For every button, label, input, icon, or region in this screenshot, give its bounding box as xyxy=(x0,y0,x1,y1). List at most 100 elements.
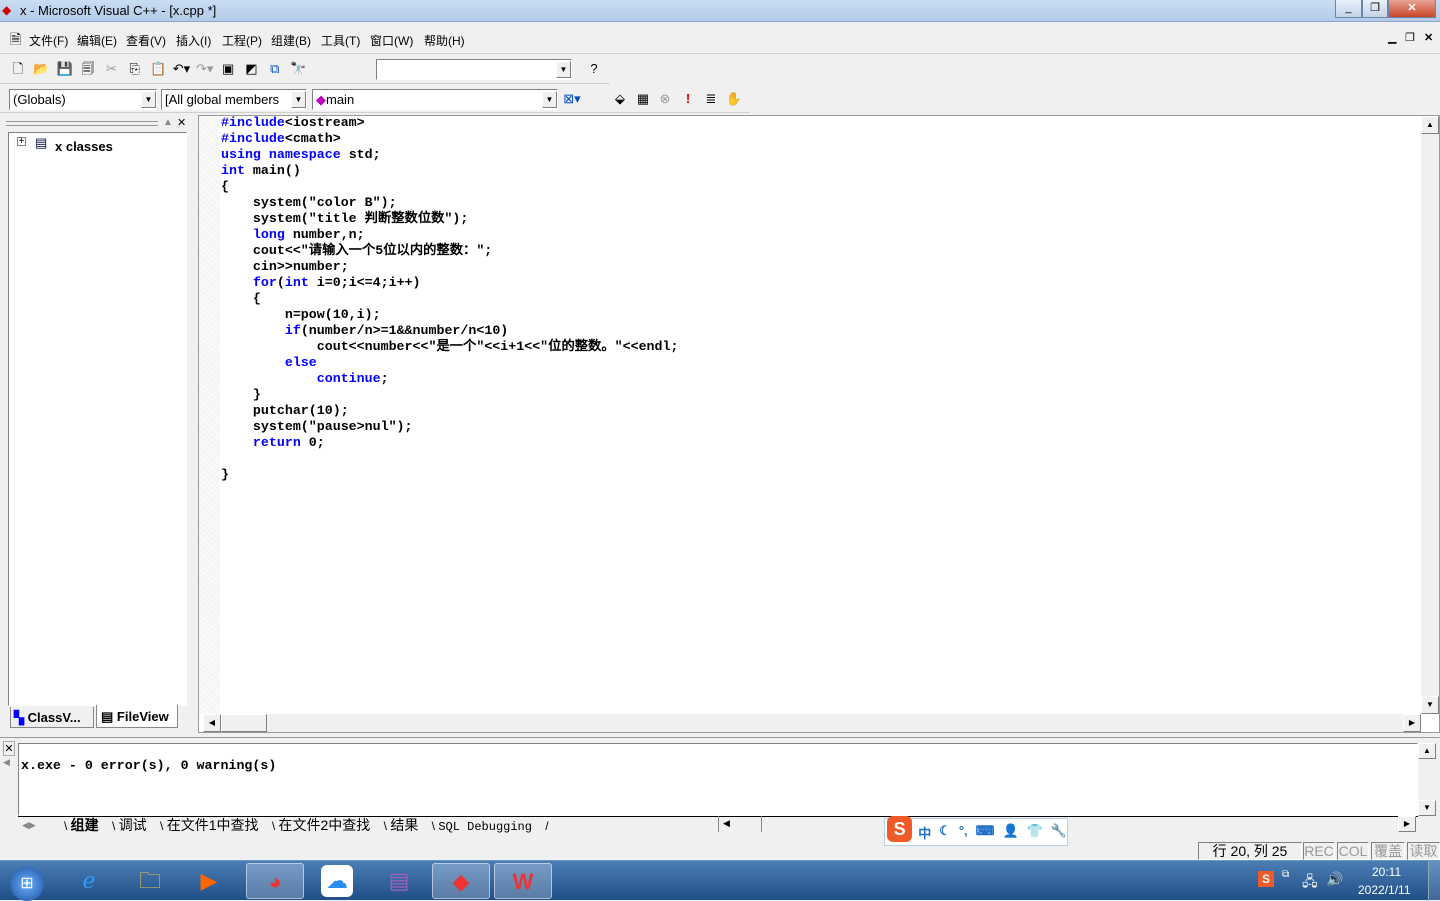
clock-date[interactable]: 2022/1/11 xyxy=(1358,883,1411,897)
code-line[interactable]: for(int i=0;i<=4;i++) xyxy=(221,275,678,291)
menu-help[interactable]: 帮助(H) xyxy=(424,32,465,49)
scroll-thumb[interactable] xyxy=(221,714,267,732)
code-editor[interactable]: #include<iostream> #include<cmath> using n… xyxy=(198,115,1440,733)
menu-view[interactable]: 查看(V) xyxy=(126,32,166,49)
cut-icon[interactable]: ✂ xyxy=(101,59,121,79)
output-text-area[interactable]: x.exe - 0 error(s), 0 warning(s) xyxy=(18,743,1418,816)
code-line[interactable]: #include<cmath> xyxy=(221,131,678,147)
undo-icon[interactable]: ↶▾ xyxy=(171,59,191,79)
code-line[interactable]: } xyxy=(221,387,678,403)
copy-icon[interactable]: ⎘ xyxy=(125,59,145,79)
output-vertical-scrollbar[interactable]: ▲ ▼ xyxy=(1418,743,1436,816)
tab-classview[interactable]: ▚ ClassV... xyxy=(10,707,94,728)
scroll-right-button[interactable]: ▶ xyxy=(1403,714,1421,732)
find-combo[interactable]: ▼ xyxy=(376,59,572,80)
taskbar-ie[interactable]: ℯ xyxy=(60,863,118,899)
volume-icon[interactable]: 🔊 xyxy=(1326,871,1343,888)
scroll-down-button[interactable]: ▼ xyxy=(1421,696,1439,714)
workspace-icon[interactable]: ▣ xyxy=(218,59,238,79)
code-line[interactable]: { xyxy=(221,179,678,195)
mdi-restore-button[interactable]: ❐ xyxy=(1405,31,1415,44)
save-icon[interactable]: 💾 xyxy=(55,59,75,79)
code-line[interactable]: cout<<number<<"是一个"<<i+1<<"位的整数。"<<endl; xyxy=(221,339,679,355)
code-line[interactable] xyxy=(221,451,678,467)
ime-item-icon[interactable]: 👕 xyxy=(1027,823,1043,842)
chevron-down-icon[interactable]: ▼ xyxy=(556,61,571,78)
taskbar-visual-cpp[interactable]: ◆ xyxy=(432,863,490,899)
chevron-down-icon[interactable]: ▼ xyxy=(542,91,557,108)
menu-build[interactable]: 组建(B) xyxy=(271,32,311,49)
class-combo[interactable]: (Globals) ▼ xyxy=(9,89,157,110)
tab-scroll-left-button[interactable]: ◀▶ xyxy=(22,817,36,833)
tree-root-label[interactable]: x classes xyxy=(55,139,113,154)
find-binoculars-icon[interactable]: ? xyxy=(584,59,604,79)
output-scroll-right-button[interactable]: ▶ xyxy=(1398,816,1416,832)
scroll-up-button[interactable]: ▲ xyxy=(1418,743,1436,759)
ime-item-icon[interactable]: ⌨ xyxy=(976,823,995,842)
save-all-icon[interactable]: 🗐 xyxy=(78,59,98,79)
ime-item-icon[interactable]: ☾ xyxy=(939,823,951,842)
maximize-button[interactable]: ❐ xyxy=(1362,0,1388,18)
pane-close-button[interactable]: ✕ xyxy=(177,116,186,129)
paste-icon[interactable]: 📋 xyxy=(148,59,168,79)
code-line[interactable]: int main() xyxy=(221,163,678,179)
taskbar-media-player[interactable]: ▶ xyxy=(180,863,238,899)
menu-tools[interactable]: 工具(T) xyxy=(321,32,360,49)
ime-item-icon[interactable]: 👤 xyxy=(1002,823,1018,842)
code-line[interactable]: system("pause>nul"); xyxy=(221,419,678,435)
build-icon[interactable]: ▦ xyxy=(633,89,653,109)
taskbar-baidu-netdisk[interactable]: ☁ xyxy=(308,863,366,899)
pane-maximize-button[interactable]: ▲ xyxy=(163,117,173,128)
pane-grip[interactable] xyxy=(6,121,158,126)
menu-project[interactable]: 工程(P) xyxy=(222,32,262,49)
code-line[interactable]: { xyxy=(221,291,678,307)
horizontal-scrollbar[interactable]: ◀ ▶ xyxy=(203,714,1421,732)
output-tab[interactable]: 调试 xyxy=(119,817,147,833)
output-tab[interactable]: 在文件1中查找 xyxy=(167,817,259,833)
output-close-button[interactable]: ✕ xyxy=(3,741,15,756)
output-tab[interactable]: 在文件2中查找 xyxy=(279,817,371,833)
code-line[interactable]: } xyxy=(221,467,678,483)
ime-item-icon[interactable]: °, xyxy=(959,823,968,842)
code-line[interactable]: n=pow(10,i); xyxy=(221,307,678,323)
new-file-icon[interactable]: 🗋 xyxy=(8,59,28,79)
tab-fileview[interactable]: ▤ FileView xyxy=(96,705,178,728)
scroll-down-button[interactable]: ▼ xyxy=(1418,800,1436,816)
code-line[interactable]: system("title 判断整数位数"); xyxy=(221,211,678,227)
taskbar-wps[interactable]: W xyxy=(494,863,552,899)
code-line[interactable]: system("color B"); xyxy=(221,195,678,211)
compile-icon[interactable]: ⬙ xyxy=(610,89,630,109)
code-text[interactable]: #include<iostream> #include<cmath> using n… xyxy=(221,115,678,483)
sogou-logo-icon[interactable]: S xyxy=(887,816,913,842)
vertical-scrollbar[interactable]: ▲ ▼ xyxy=(1421,116,1439,714)
code-line[interactable]: cin>>number; xyxy=(221,259,678,275)
menu-window[interactable]: 窗口(W) xyxy=(370,32,413,49)
network-icon[interactable]: 🖧 xyxy=(1302,871,1318,895)
code-line[interactable]: continue; xyxy=(221,371,678,387)
output-hscroll[interactable]: ◀ xyxy=(718,816,762,832)
taskbar-winrar[interactable]: ▤ xyxy=(370,863,428,899)
window-list-icon[interactable]: ⧉ xyxy=(265,59,285,79)
chevron-down-icon[interactable]: ▼ xyxy=(291,91,306,108)
mdi-close-button[interactable]: ✕ xyxy=(1424,31,1433,44)
output-tab[interactable]: 结果 xyxy=(390,817,418,833)
code-line[interactable]: if(number/n>=1&&number/n<10) xyxy=(221,323,678,339)
expand-icon[interactable]: + xyxy=(17,137,26,147)
close-button[interactable]: ✕ xyxy=(1388,0,1436,18)
redo-icon[interactable]: ↷▾ xyxy=(195,59,215,79)
code-line[interactable]: return 0; xyxy=(221,435,678,451)
code-line[interactable]: cout<<"请输入一个5位以内的整数："; xyxy=(221,243,678,259)
taskbar-explorer[interactable]: 🗀 xyxy=(121,863,179,899)
code-line[interactable]: putchar(10); xyxy=(221,403,678,419)
taskbar-browser[interactable]: ◕ xyxy=(246,863,304,899)
ime-item-icon[interactable]: 中 xyxy=(918,823,931,842)
wizard-action-icon[interactable]: ⊠▾ xyxy=(562,89,582,109)
output-icon[interactable]: ◩ xyxy=(241,59,261,79)
scroll-up-button[interactable]: ▲ xyxy=(1421,116,1439,134)
execute-icon[interactable]: ! xyxy=(678,89,698,109)
go-icon[interactable]: ≣ xyxy=(701,89,721,109)
tray-ime-icon[interactable]: S xyxy=(1258,871,1274,887)
chevron-down-icon[interactable]: ▼ xyxy=(141,91,156,108)
menu-edit[interactable]: 编辑(E) xyxy=(77,32,117,49)
start-button[interactable]: ⊞ xyxy=(2,863,52,901)
